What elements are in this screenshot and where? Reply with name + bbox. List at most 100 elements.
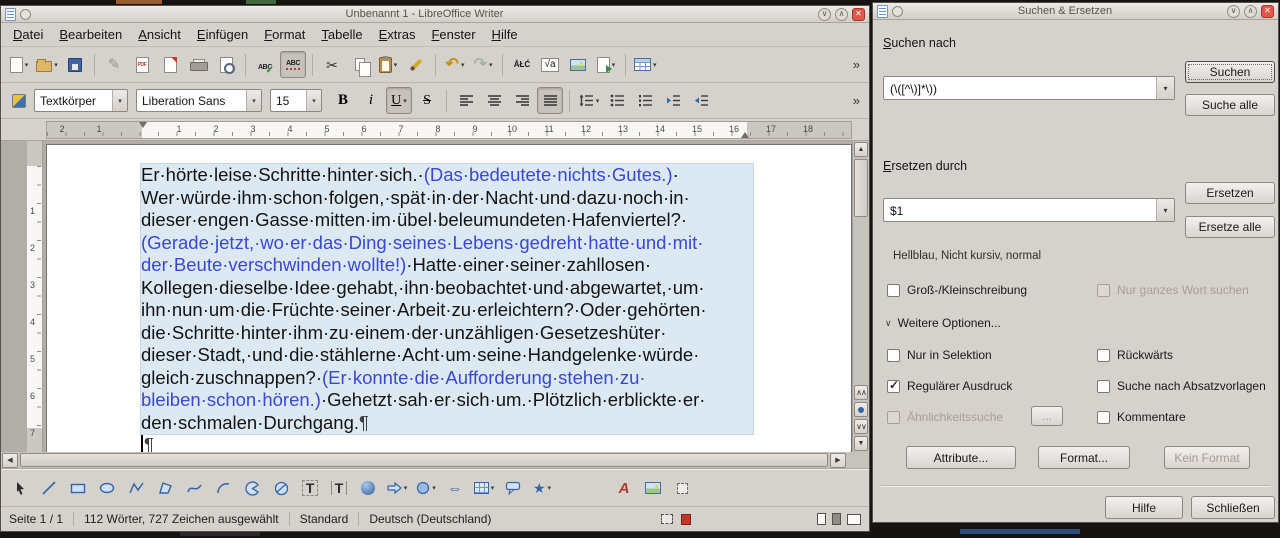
comments-box[interactable] bbox=[1097, 410, 1110, 424]
regex-checkbox[interactable]: ✓ Regulärer Ausdruck bbox=[887, 378, 1012, 393]
bold-button[interactable]: B bbox=[330, 87, 356, 114]
more-options-expander[interactable]: ∨ Weitere Optionen... bbox=[885, 316, 1001, 330]
text-line[interactable]: Er·hörte·leise·Schritte·hinter·sich.·(Da… bbox=[141, 164, 753, 187]
vertical-scroll-thumb[interactable] bbox=[854, 159, 868, 217]
dialog-close-button[interactable]: ✕ bbox=[1261, 4, 1274, 18]
line-spacing-button[interactable]: ▾ bbox=[576, 87, 602, 114]
attributes-button[interactable]: Attribute... bbox=[906, 446, 1016, 469]
text-line[interactable]: den·schmalen·Durchgang.¶ bbox=[141, 412, 753, 435]
close-window-button[interactable]: ✕ bbox=[852, 7, 865, 21]
document-page[interactable]: Er·hörte·leise·Schritte·hinter·sich.·(Da… bbox=[46, 144, 852, 452]
stars-button[interactable]: ★ ▾ bbox=[531, 475, 553, 501]
special-character-button[interactable]: ÅŁĆ bbox=[509, 51, 535, 78]
search-button[interactable]: Suchen bbox=[1185, 61, 1275, 83]
text-line[interactable]: bleiben·schon·hören.)·Gehetzt·sah·er·sic… bbox=[141, 389, 753, 412]
vertical-ruler[interactable]: 1 2 3 4 5 6 7 bbox=[27, 141, 43, 452]
insert-image-draw-button[interactable] bbox=[642, 475, 664, 501]
scroll-left-button[interactable]: ◀ bbox=[2, 453, 18, 468]
navigation-button[interactable] bbox=[854, 402, 868, 417]
combo-caret[interactable]: ▾ bbox=[1156, 77, 1174, 99]
increase-indent-button[interactable] bbox=[660, 87, 686, 114]
text-line[interactable]: ¶ bbox=[141, 434, 753, 452]
edit-mode-button[interactable]: ✎ bbox=[101, 51, 127, 78]
clone-formatting-button[interactable] bbox=[403, 51, 429, 78]
minimize-button[interactable]: ∨ bbox=[818, 7, 831, 21]
rectangle-button[interactable] bbox=[67, 475, 89, 501]
indent-marker-left[interactable] bbox=[139, 122, 147, 128]
text-line[interactable]: (Gerade·jetzt,·wo·er·das·Ding·seines·Leb… bbox=[141, 232, 753, 255]
redo-button[interactable]: ↷ ▾ bbox=[470, 51, 496, 78]
paragraph-styles-box[interactable] bbox=[1097, 379, 1110, 393]
ellipse-pie-button[interactable] bbox=[241, 475, 263, 501]
vertical-scroll-track[interactable] bbox=[853, 218, 869, 384]
print-directly-button[interactable] bbox=[157, 51, 183, 78]
text-line[interactable]: Kollegen·dieselbe·Idee·gehabt,·ihn·beoba… bbox=[141, 277, 753, 300]
insert-image-button[interactable] bbox=[565, 51, 591, 78]
basic-shapes-button[interactable]: ▾ bbox=[415, 475, 437, 501]
save-button[interactable] bbox=[62, 51, 88, 78]
backwards-box[interactable] bbox=[1097, 348, 1110, 362]
copy-button[interactable] bbox=[347, 51, 373, 78]
justify-button[interactable] bbox=[537, 87, 563, 114]
undo-button[interactable]: ↶ ▾ bbox=[442, 51, 468, 78]
combo-caret[interactable]: ▾ bbox=[306, 90, 321, 111]
new-document-button[interactable]: ▾ bbox=[6, 51, 32, 78]
select-tool-button[interactable] bbox=[9, 475, 31, 501]
search-value[interactable]: (\([^\)]*\)) bbox=[884, 77, 1156, 99]
combo-caret[interactable]: ▾ bbox=[112, 90, 127, 111]
menu-fenster[interactable]: Fenster bbox=[423, 24, 483, 45]
print-preview-button[interactable] bbox=[213, 51, 239, 78]
paragraph-styles-checkbox[interactable]: Suche nach Absatzvorlagen bbox=[1097, 379, 1266, 393]
auto-spellcheck-button[interactable]: ABC bbox=[280, 51, 306, 78]
menu-bearbeiten[interactable]: Bearbeiten bbox=[51, 24, 130, 45]
text-line[interactable]: die·Schritte·hinter·ihm·zu·einem·der·unz… bbox=[141, 322, 753, 345]
cut-button[interactable]: ✂ bbox=[319, 51, 345, 78]
text-line[interactable]: ihn·nun·um·die·Früchte·seiner·Arbeit·zu·… bbox=[141, 299, 753, 322]
single-page-view-icon[interactable] bbox=[817, 513, 826, 525]
insert-formula-button[interactable]: √a bbox=[537, 51, 563, 78]
menu-ansicht[interactable]: Ansicht bbox=[130, 24, 189, 45]
text-box-button[interactable]: T bbox=[299, 475, 321, 501]
curve-button[interactable] bbox=[212, 475, 234, 501]
toggle-points-button[interactable] bbox=[671, 475, 693, 501]
text-line[interactable]: der·Beute·verschwinden·wollte!)·Hatte·ei… bbox=[141, 254, 753, 277]
polygon-filled-button[interactable] bbox=[154, 475, 176, 501]
word-count[interactable]: 112 Wörter, 727 Zeichen ausgewählt bbox=[84, 512, 279, 526]
book-view-icon[interactable] bbox=[847, 513, 861, 525]
align-left-button[interactable] bbox=[453, 87, 479, 114]
replace-all-button[interactable]: Ersetze alle bbox=[1185, 216, 1275, 238]
menu-extras[interactable]: Extras bbox=[371, 24, 424, 45]
toolbar-overflow-button[interactable]: » bbox=[849, 57, 864, 72]
export-pdf-button[interactable]: PDF bbox=[129, 51, 155, 78]
freeform-line-button[interactable] bbox=[183, 475, 205, 501]
selection-only-checkbox[interactable]: Nur in Selektion bbox=[887, 348, 992, 362]
text-line[interactable]: dieser·engen·Gasse·mitten·im·übel·beleum… bbox=[141, 209, 753, 232]
search-combo[interactable]: (\([^\)]*\)) ▾ bbox=[883, 76, 1175, 100]
align-center-button[interactable] bbox=[481, 87, 507, 114]
match-case-checkbox[interactable]: Groß-/Kleinschreibung bbox=[887, 283, 1027, 297]
indent-marker-right[interactable] bbox=[741, 132, 749, 138]
scroll-up-button[interactable]: ▲ bbox=[854, 142, 868, 157]
horizontal-scroll-thumb[interactable] bbox=[20, 453, 828, 467]
help-button[interactable]: Hilfe bbox=[1105, 496, 1183, 519]
writer-titlebar[interactable]: Unbenannt 1 - LibreOffice Writer ∨ ∧ ✕ bbox=[1, 6, 869, 23]
numbered-list-button[interactable] bbox=[632, 87, 658, 114]
selection-only-box[interactable] bbox=[887, 348, 900, 362]
italic-button[interactable]: i bbox=[358, 87, 384, 114]
format-button[interactable]: Format... bbox=[1038, 446, 1130, 469]
window-menu-button[interactable] bbox=[20, 8, 31, 20]
unsaved-changes-icon[interactable] bbox=[681, 513, 691, 525]
comments-checkbox[interactable]: Kommentare bbox=[1097, 410, 1186, 424]
combo-caret[interactable]: ▾ bbox=[246, 90, 261, 111]
insert-object-button[interactable]: ▾ bbox=[593, 51, 619, 78]
horizontal-ruler[interactable]: 2 1 1 2 3 4 5 6 7 8 9 10 11 12 13 14 15 16 17 18 bbox=[46, 121, 852, 139]
decrease-indent-button[interactable] bbox=[688, 87, 714, 114]
underline-button[interactable]: U ▾ bbox=[386, 87, 412, 114]
align-right-button[interactable] bbox=[509, 87, 535, 114]
next-page-button[interactable]: ∨∨ bbox=[854, 419, 868, 434]
insert-line-button[interactable] bbox=[38, 475, 60, 501]
polygon-button[interactable] bbox=[125, 475, 147, 501]
menu-hilfe[interactable]: Hilfe bbox=[484, 24, 526, 45]
ellipse-button[interactable] bbox=[96, 475, 118, 501]
vertical-scrollbar[interactable]: ▲ ∧∧ ∨∨ ▼ bbox=[852, 141, 869, 452]
